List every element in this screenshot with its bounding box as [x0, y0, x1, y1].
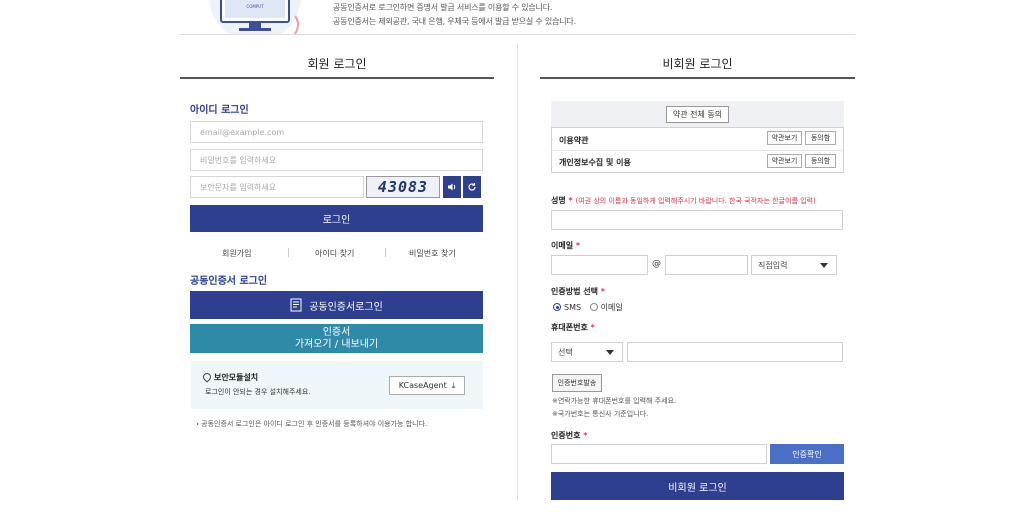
computer-illustration: COMPUT [209, 0, 301, 34]
auth-sms-option[interactable]: SMS [553, 303, 581, 312]
captcha-input[interactable]: 보안문자를 입력하세요 [190, 176, 364, 198]
name-input[interactable] [551, 210, 843, 230]
cert-login-button[interactable]: 공동인증서로그인 [190, 291, 483, 319]
install-title: 보안모듈설치 [214, 373, 259, 382]
email-domain-select-value: 직접입력 [758, 260, 788, 270]
radio-checked-icon [553, 303, 561, 311]
phone-label: 휴대폰번호 [551, 323, 588, 332]
phone-label-row: 휴대폰번호 * [551, 322, 595, 333]
guest-login-title: 비회원 로그인 [662, 57, 733, 71]
guest-email-id-input[interactable] [551, 255, 648, 275]
member-title-underline [180, 77, 494, 79]
view-terms-privacy-button[interactable]: 약관보기 [767, 154, 802, 168]
name-note: (여권 상의 이름과 동일하게 입력해주시기 바랍니다. 한국 국적자는 한글이… [575, 197, 816, 205]
captcha-placeholder: 보안문자를 입력하세요 [200, 182, 277, 192]
required-mark: * [568, 196, 573, 205]
auth-sms-label: SMS [564, 303, 582, 312]
guest-email-label: 이메일 [551, 241, 574, 250]
send-code-button[interactable]: 인증번호발송 [552, 374, 602, 392]
chevron-right-icon: › [196, 420, 199, 428]
auth-email-option[interactable]: 이메일 [589, 303, 623, 312]
password-placeholder: 비밀번호를 입력하세요 [200, 155, 277, 165]
phone-country-select[interactable]: 선택 [551, 342, 623, 362]
captcha-image: 43083 [366, 176, 440, 198]
terms-label-privacy: 개인정보수집 및 이용 [559, 158, 631, 167]
dropdown-caret-icon [820, 263, 828, 268]
cert-transfer-label-2: 가져오기 / 내보내기 [294, 338, 379, 350]
banner-notice-2: 공동인증서는 제외공관, 국내 은행, 우체국 등에서 발급 받으실 수 있습니… [333, 17, 576, 26]
top-divider [180, 34, 855, 35]
agree-usage-button[interactable]: 동의함 [805, 131, 836, 145]
column-divider [517, 44, 518, 500]
email-domain-select[interactable]: 직접입력 [751, 255, 837, 275]
install-title-row: 보안모듈설치 [201, 371, 259, 383]
cert-footnote-text: 공동인증서 로그인은 아이디 로그인 후 인증서를 등록하셔야 이용가능 합니다… [201, 420, 428, 428]
phone-note-2: ※국가번호는 통신사 기준입니다. [552, 410, 649, 418]
name-label-row: 성명 * (여권 상의 이름과 동일하게 입력해주시기 바랍니다. 한국 국적자… [551, 195, 816, 206]
cert-transfer-button[interactable]: 인증서 가져오기 / 내보내기 [190, 324, 483, 353]
at-sign: @ [652, 259, 661, 269]
cert-footnote: › 공동인증서 로그인은 아이디 로그인 후 인증서를 등록하셔야 이용가능 합… [196, 419, 427, 429]
refresh-icon[interactable] [463, 176, 481, 198]
password-input[interactable]: 비밀번호를 입력하세요 [190, 149, 483, 171]
terms-label-usage: 이용약관 [559, 136, 589, 145]
name-label: 성명 [551, 196, 566, 205]
download-icon: ⤓ [451, 380, 456, 390]
code-label-row: 인증번호 * [551, 430, 587, 441]
radio-unchecked-icon [589, 303, 598, 311]
guest-email-domain-input[interactable] [665, 255, 748, 275]
speaker-icon[interactable] [443, 176, 461, 198]
phone-number-input[interactable] [627, 342, 843, 362]
certificate-icon [290, 298, 302, 312]
required-mark: * [587, 323, 595, 332]
signup-link[interactable]: 회원가입 [222, 248, 251, 259]
email-input[interactable]: email@example.com [190, 121, 483, 143]
find-id-link[interactable]: 아이디 찾기 [315, 248, 354, 259]
cert-login-heading: 공동인증서 로그인 [190, 276, 268, 287]
install-desc: 로그인이 안되는 경우 설치해주세요. [205, 388, 311, 396]
find-password-link[interactable]: 비밀번호 찾기 [409, 248, 456, 259]
member-login-title: 회원 로그인 [307, 57, 367, 71]
guest-login-button[interactable]: 비회원 로그인 [551, 472, 844, 500]
guest-title-underline [540, 77, 855, 79]
cert-login-label: 공동인증서로그인 [309, 301, 383, 313]
email-placeholder: email@example.com [200, 127, 285, 137]
link-separator [385, 248, 386, 257]
phone-country-select-value: 선택 [558, 347, 573, 357]
cert-transfer-label-1: 인증서 [322, 326, 351, 338]
agree-privacy-button[interactable]: 동의함 [805, 154, 836, 168]
auth-method-label: 인증방법 선택 [551, 287, 598, 296]
dropdown-caret-icon [606, 350, 614, 355]
verify-code-button[interactable]: 인증확인 [770, 444, 844, 464]
email-label-row: 이메일 * [551, 240, 580, 251]
required-mark: * [580, 431, 588, 440]
phone-note-1: ※연락가능한 휴대폰번호를 입력해 주세요. [552, 397, 677, 405]
code-input[interactable] [551, 444, 767, 464]
link-separator [288, 248, 289, 257]
auth-method-radios: SMS 이메일 [553, 302, 623, 313]
terms-row-divider [551, 150, 844, 151]
view-terms-usage-button[interactable]: 약관보기 [767, 131, 802, 145]
required-mark: * [597, 287, 605, 296]
id-login-heading: 아이디 로그인 [190, 105, 249, 116]
auth-method-label-row: 인증방법 선택 * [551, 286, 605, 297]
required-mark: * [573, 241, 581, 250]
auth-email-label: 이메일 [600, 303, 623, 312]
login-button[interactable]: 로그인 [190, 205, 483, 232]
banner-notice-1: 공동인증서로 로그인하면 증명서 발급 서비스를 이용할 수 있습니다. [333, 3, 553, 12]
monitor-label: COMPUT [246, 4, 264, 9]
kcaseagent-download-button[interactable]: KCaseAgent ⤓ [389, 376, 465, 395]
code-label: 인증번호 [551, 431, 581, 440]
agree-all-button[interactable]: 약관 전체 동의 [666, 106, 729, 123]
kcase-label: KCaseAgent [398, 381, 447, 390]
shield-icon [201, 371, 213, 383]
